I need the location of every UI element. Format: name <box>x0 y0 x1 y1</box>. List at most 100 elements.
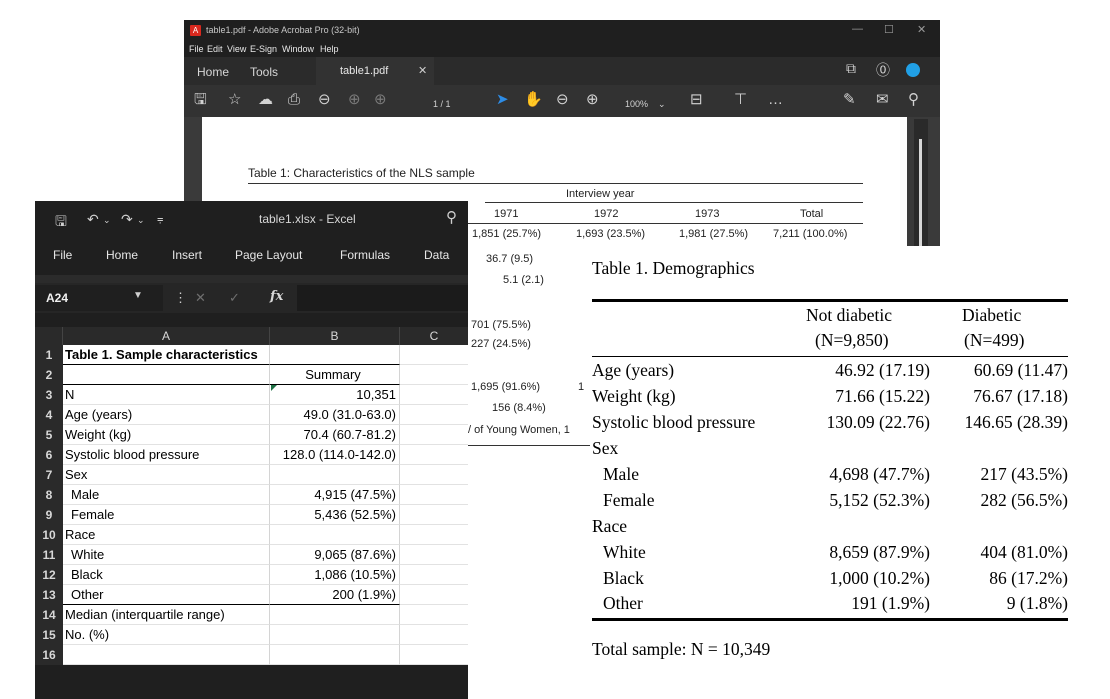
cell-c14[interactable] <box>400 605 468 625</box>
menu-window[interactable]: Window <box>282 44 314 54</box>
menu-help[interactable]: Help <box>320 44 339 54</box>
cell-c9[interactable] <box>400 505 468 525</box>
email-icon[interactable]: ✉ <box>876 91 889 109</box>
cell-c2[interactable] <box>400 365 468 385</box>
cell-a16[interactable] <box>63 645 270 665</box>
page-indicator[interactable]: 1 / 1 <box>433 95 451 113</box>
ribbon-tab-file[interactable]: File <box>53 248 72 262</box>
zoom-out-search-icon[interactable]: ⊖ <box>318 91 331 109</box>
redo-dropdown-icon[interactable]: ⌄ <box>137 215 145 226</box>
acrobat-scrollbar[interactable] <box>914 119 928 246</box>
share-screen-icon[interactable]: ⧉ <box>846 60 856 77</box>
more-options-icon[interactable]: ⋮ <box>174 290 187 306</box>
cell-a15[interactable]: No. (%) <box>63 625 270 645</box>
cell-b11[interactable]: 9,065 (87.6%) <box>270 545 400 565</box>
formula-input[interactable] <box>297 285 468 311</box>
redo-icon[interactable]: ↷ <box>121 211 133 228</box>
cell-c12[interactable] <box>400 565 468 585</box>
menu-view[interactable]: View <box>227 44 246 54</box>
zoom-dropdown-icon[interactable]: ⌄ <box>658 95 666 113</box>
cell-c5[interactable] <box>400 425 468 445</box>
cancel-icon[interactable]: ✕ <box>195 290 206 306</box>
row-header[interactable]: 10 <box>35 525 63 545</box>
search-icon[interactable]: ⚲ <box>446 208 457 226</box>
close-tab-icon[interactable]: ✕ <box>418 64 427 77</box>
row-header[interactable]: 3 <box>35 385 63 405</box>
row-header[interactable]: 6 <box>35 445 63 465</box>
name-box[interactable]: A24 ▼ <box>35 285 163 311</box>
more-tools-icon[interactable]: … <box>768 91 783 109</box>
column-header-a[interactable]: A <box>63 327 270 345</box>
cell-a12[interactable]: Black <box>63 565 270 585</box>
cell-b10[interactable] <box>270 525 400 545</box>
column-header-c[interactable]: C <box>400 327 468 345</box>
page-fit-icon[interactable]: ⊟ <box>690 91 703 109</box>
cell-a5[interactable]: Weight (kg) <box>63 425 270 445</box>
close-icon[interactable]: ✕ <box>917 23 926 36</box>
upload-cloud-icon[interactable]: ☁ <box>258 91 273 109</box>
comment-icon[interactable]: ⊤ <box>734 91 747 109</box>
cell-a10[interactable]: Race <box>63 525 270 545</box>
customize-icon[interactable]: ⩦ <box>157 213 163 226</box>
column-header-b[interactable]: B <box>270 327 400 345</box>
cell-c3[interactable] <box>400 385 468 405</box>
chevron-down-icon[interactable]: ▼ <box>133 290 143 301</box>
row-header[interactable]: 4 <box>35 405 63 425</box>
cell-b6[interactable]: 128.0 (114.0-142.0) <box>270 445 400 465</box>
cell-c10[interactable] <box>400 525 468 545</box>
row-header[interactable]: 15 <box>35 625 63 645</box>
cell-b16[interactable] <box>270 645 400 665</box>
cell-a1[interactable]: Table 1. Sample characteristics <box>63 345 270 365</box>
cell-a9[interactable]: Female <box>63 505 270 525</box>
row-header[interactable]: 14 <box>35 605 63 625</box>
cell-a8[interactable]: Male <box>63 485 270 505</box>
menu-file[interactable]: File <box>189 44 204 54</box>
row-header[interactable]: 2 <box>35 365 63 385</box>
row-header[interactable]: 11 <box>35 545 63 565</box>
account-avatar[interactable] <box>906 63 920 77</box>
ribbon-tab-page-layout[interactable]: Page Layout <box>235 248 302 262</box>
row-header[interactable]: 1 <box>35 345 63 365</box>
tab-tools[interactable]: Tools <box>250 65 278 79</box>
cell-b5[interactable]: 70.4 (60.7-81.2) <box>270 425 400 445</box>
row-header[interactable]: 7 <box>35 465 63 485</box>
cell-b1[interactable] <box>270 345 400 365</box>
select-cursor-icon[interactable]: ➤ <box>496 91 509 109</box>
find-user-icon[interactable]: ⚲ <box>908 91 919 109</box>
cell-b9[interactable]: 5,436 (52.5%) <box>270 505 400 525</box>
cell-a7[interactable]: Sex <box>63 465 270 485</box>
ribbon-tab-home[interactable]: Home <box>106 248 138 262</box>
cell-b15[interactable] <box>270 625 400 645</box>
zoom-level[interactable]: 100% <box>625 95 648 113</box>
zoom-in-icon[interactable]: ⊕ <box>586 91 599 109</box>
cell-a2[interactable] <box>63 365 270 385</box>
select-all-corner[interactable] <box>35 327 63 345</box>
ribbon-tab-data[interactable]: Data <box>424 248 449 262</box>
cell-a4[interactable]: Age (years) <box>63 405 270 425</box>
cell-b3[interactable]: 10,351 <box>270 385 400 405</box>
ribbon-tab-insert[interactable]: Insert <box>172 248 202 262</box>
cell-b13[interactable]: 200 (1.9%) <box>270 585 400 605</box>
sign-icon[interactable]: ✎ <box>843 91 856 109</box>
cell-c15[interactable] <box>400 625 468 645</box>
hand-tool-icon[interactable]: ✋ <box>524 91 543 109</box>
undo-dropdown-icon[interactable]: ⌄ <box>103 215 111 226</box>
print-icon[interactable]: ⎙ <box>288 91 300 109</box>
bookmark-star-icon[interactable]: ☆ <box>228 91 241 109</box>
cell-a14[interactable]: Median (interquartile range) <box>63 605 270 625</box>
cell-b2[interactable]: Summary <box>270 365 400 385</box>
cell-c11[interactable] <box>400 545 468 565</box>
page-up-icon[interactable]: ⊕ <box>348 91 361 109</box>
cell-c4[interactable] <box>400 405 468 425</box>
cell-a3[interactable]: N <box>63 385 270 405</box>
row-header[interactable]: 16 <box>35 645 63 665</box>
cell-a11[interactable]: White <box>63 545 270 565</box>
cell-c16[interactable] <box>400 645 468 665</box>
cell-b14[interactable] <box>270 605 400 625</box>
row-header[interactable]: 5 <box>35 425 63 445</box>
row-header[interactable]: 12 <box>35 565 63 585</box>
save-icon[interactable]: 🖫 <box>55 211 67 235</box>
help-icon[interactable]: ⓪ <box>876 60 890 80</box>
cell-a6[interactable]: Systolic blood pressure <box>63 445 270 465</box>
enter-check-icon[interactable]: ✓ <box>229 290 240 306</box>
